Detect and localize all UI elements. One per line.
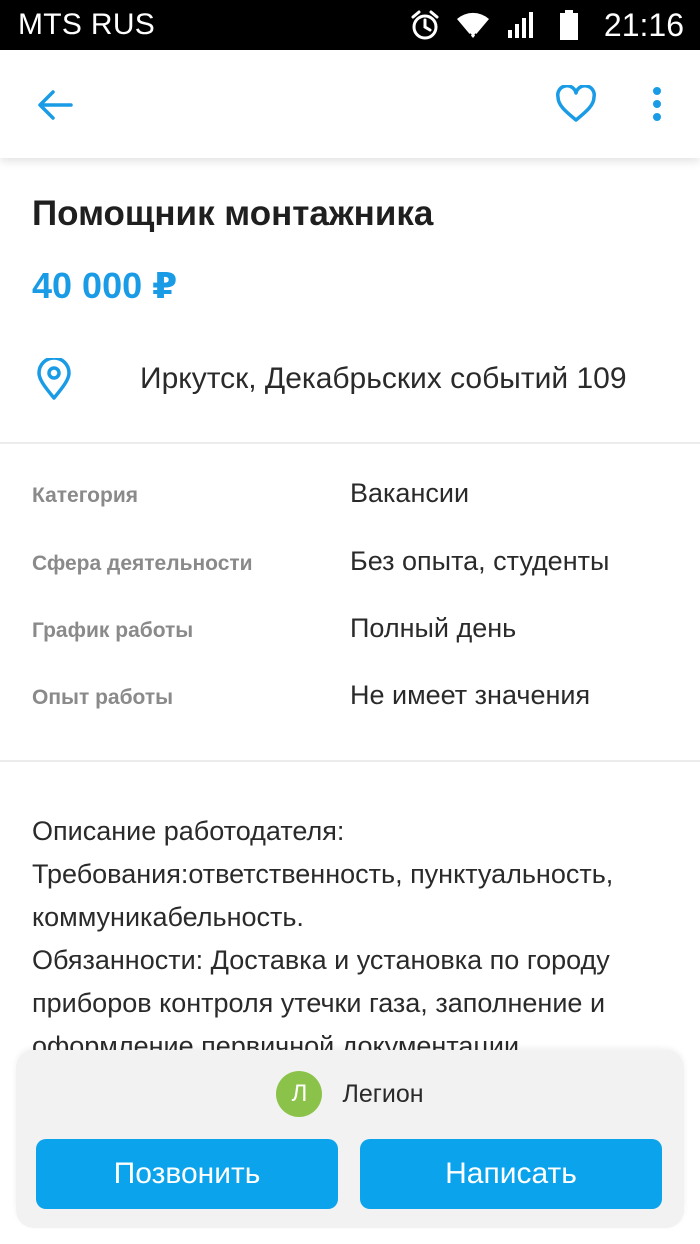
seller-info[interactable]: Л Легион bbox=[16, 1068, 684, 1120]
more-vertical-icon bbox=[653, 87, 661, 121]
description-line: Описание работодателя: bbox=[32, 816, 345, 846]
param-field: Сфера деятельности Без опыта, студенты bbox=[32, 546, 672, 586]
description-line: Обязанности: Доставка и установка по гор… bbox=[32, 945, 610, 975]
listing-price: 40 000 ₽ bbox=[32, 265, 178, 306]
more-options-button[interactable] bbox=[640, 80, 674, 128]
divider bbox=[0, 760, 700, 762]
carrier-name: MTS RUS bbox=[18, 8, 156, 41]
description-line: Требования:ответственность, пунктуальнос… bbox=[32, 859, 614, 889]
param-label: Категория bbox=[32, 484, 139, 507]
write-button[interactable]: Написать bbox=[360, 1139, 662, 1209]
status-icons: 21:16 bbox=[408, 7, 684, 44]
contact-card: Л Легион Позвонить Написать bbox=[16, 1050, 684, 1228]
address-row[interactable]: Иркутск, Декабрьских событий 109 bbox=[32, 352, 672, 408]
param-schedule: График работы Полный день bbox=[32, 613, 672, 653]
back-arrow-icon bbox=[38, 90, 73, 120]
param-label: Опыт работы bbox=[32, 686, 174, 709]
param-category: Категория Вакансии bbox=[32, 478, 672, 518]
avatar: Л bbox=[276, 1071, 323, 1117]
heart-icon bbox=[556, 85, 596, 122]
description-line: приборов контроля утечки газа, заполнени… bbox=[32, 988, 606, 1018]
call-button[interactable]: Позвонить bbox=[36, 1139, 338, 1209]
param-value: Полный день bbox=[350, 613, 517, 643]
alarm-icon bbox=[408, 8, 442, 42]
favorite-button[interactable] bbox=[552, 80, 600, 128]
divider bbox=[0, 442, 700, 444]
param-label: График работы bbox=[32, 619, 194, 642]
status-bar: MTS RUS 21:16 bbox=[0, 0, 700, 50]
battery-icon bbox=[552, 8, 586, 42]
back-button[interactable] bbox=[30, 80, 80, 130]
app-bar bbox=[0, 50, 700, 158]
param-label: Сфера деятельности bbox=[32, 552, 253, 575]
listing-address: Иркутск, Декабрьских событий 109 bbox=[140, 362, 627, 395]
wifi-icon bbox=[456, 8, 490, 42]
param-value: Вакансии bbox=[350, 478, 470, 508]
param-value: Не имеет значения bbox=[350, 680, 591, 710]
location-pin-icon bbox=[36, 356, 76, 402]
param-experience: Опыт работы Не имеет значения bbox=[32, 680, 672, 720]
listing-title: Помощник монтажника bbox=[32, 194, 434, 233]
param-value: Без опыта, студенты bbox=[350, 546, 610, 576]
seller-name: Легион bbox=[342, 1079, 424, 1108]
listing-description: Описание работодателя: Требования:ответс… bbox=[32, 810, 682, 1055]
clock: 21:16 bbox=[603, 6, 684, 43]
signal-icon bbox=[504, 8, 538, 42]
description-line: коммуникабельность. bbox=[32, 902, 304, 932]
screen: MTS RUS 21:16 Помощник монтажника 40 000… bbox=[0, 0, 700, 1244]
